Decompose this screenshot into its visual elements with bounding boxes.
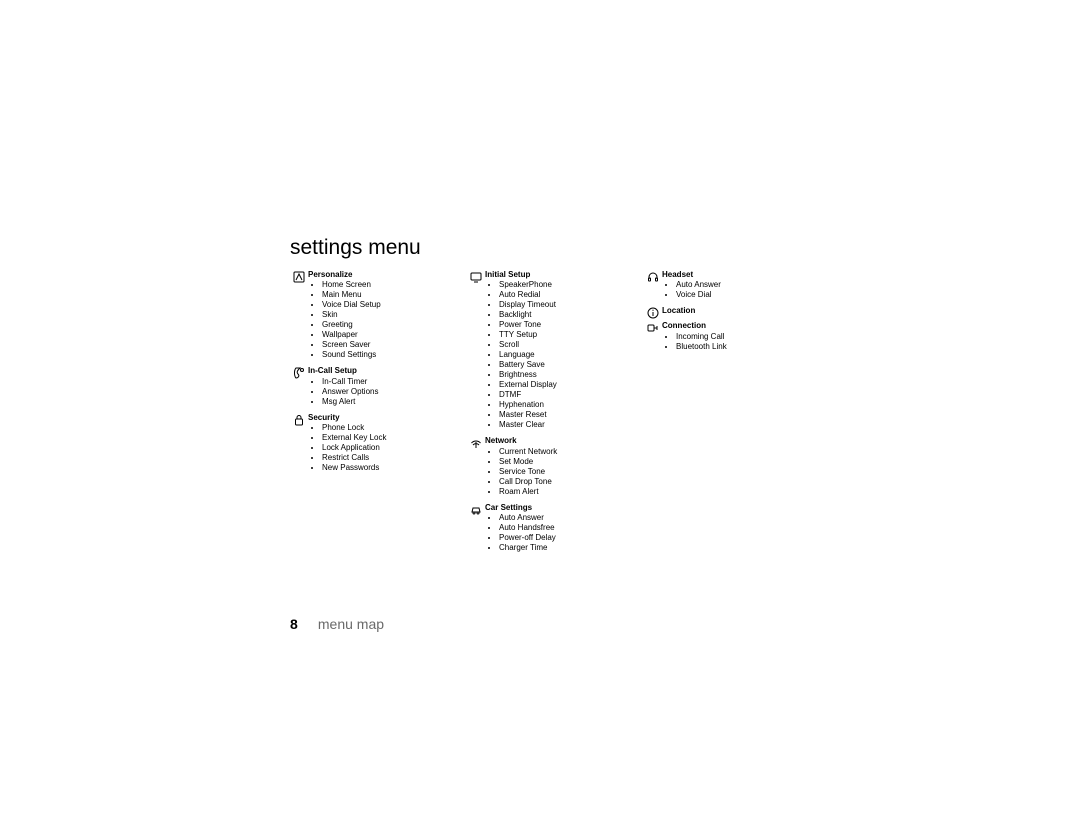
section-connection: ConnectionIncoming CallBluetooth Link <box>644 321 809 355</box>
network-icon <box>467 436 485 449</box>
item-list: In-Call TimerAnswer OptionsMsg Alert <box>308 377 455 407</box>
list-item: Answer Options <box>322 387 455 397</box>
item-list: SpeakerPhoneAuto RedialDisplay TimeoutBa… <box>485 280 632 430</box>
section-body: ConnectionIncoming CallBluetooth Link <box>662 321 809 355</box>
section-personalize: PersonalizeHome ScreenMain MenuVoice Dia… <box>290 270 455 364</box>
section-location: Location <box>644 306 809 319</box>
section-security: SecurityPhone LockExternal Key LockLock … <box>290 413 455 477</box>
column-1: PersonalizeHome ScreenMain MenuVoice Dia… <box>290 270 455 559</box>
section-title: Car Settings <box>485 503 632 513</box>
list-item: TTY Setup <box>499 330 632 340</box>
list-item: Lock Application <box>322 443 455 453</box>
list-item: Sound Settings <box>322 350 455 360</box>
section-initial-setup: Initial SetupSpeakerPhoneAuto RedialDisp… <box>467 270 632 434</box>
list-item: In-Call Timer <box>322 377 455 387</box>
section-body: PersonalizeHome ScreenMain MenuVoice Dia… <box>308 270 455 364</box>
list-item: Power-off Delay <box>499 533 632 543</box>
item-list: Auto AnswerVoice Dial <box>662 280 809 300</box>
section-title: Security <box>308 413 455 423</box>
list-item: Wallpaper <box>322 330 455 340</box>
list-item: Restrict Calls <box>322 453 455 463</box>
list-item: Voice Dial Setup <box>322 300 455 310</box>
list-item: Current Network <box>499 447 632 457</box>
item-list: Home ScreenMain MenuVoice Dial SetupSkin… <box>308 280 455 360</box>
list-item: Voice Dial <box>676 290 809 300</box>
footer-label: menu map <box>318 616 384 632</box>
list-item: Main Menu <box>322 290 455 300</box>
section-title: Initial Setup <box>485 270 632 280</box>
section-body: Car SettingsAuto AnswerAuto HandsfreePow… <box>485 503 632 557</box>
list-item: Roam Alert <box>499 487 632 497</box>
section-body: Location <box>662 306 809 316</box>
palette-icon <box>290 270 308 283</box>
list-item: External Key Lock <box>322 433 455 443</box>
list-item: Power Tone <box>499 320 632 330</box>
item-list: Auto AnswerAuto HandsfreePower-off Delay… <box>485 513 632 553</box>
section-car-settings: Car SettingsAuto AnswerAuto HandsfreePow… <box>467 503 632 557</box>
item-list: Phone LockExternal Key LockLock Applicat… <box>308 423 455 473</box>
headset-icon <box>644 270 662 283</box>
list-item: Home Screen <box>322 280 455 290</box>
column-2: Initial SetupSpeakerPhoneAuto RedialDisp… <box>467 270 632 559</box>
list-item: Screen Saver <box>322 340 455 350</box>
list-item: Auto Handsfree <box>499 523 632 533</box>
section-network: NetworkCurrent NetworkSet ModeService To… <box>467 436 632 500</box>
display-icon <box>467 270 485 283</box>
list-item: Scroll <box>499 340 632 350</box>
list-item: Backlight <box>499 310 632 320</box>
section-title: Headset <box>662 270 809 280</box>
list-item: Auto Answer <box>676 280 809 290</box>
list-item: Incoming Call <box>676 332 809 342</box>
section-body: Initial SetupSpeakerPhoneAuto RedialDisp… <box>485 270 632 434</box>
section-in-call-setup: In-Call SetupIn-Call TimerAnswer Options… <box>290 366 455 410</box>
list-item: Language <box>499 350 632 360</box>
lock-icon <box>290 413 308 426</box>
section-title: In-Call Setup <box>308 366 455 376</box>
section-title: Network <box>485 436 632 446</box>
list-item: Set Mode <box>499 457 632 467</box>
list-item: Display Timeout <box>499 300 632 310</box>
info-icon <box>644 306 662 319</box>
phone-gear-icon <box>290 366 308 379</box>
section-body: NetworkCurrent NetworkSet ModeService To… <box>485 436 632 500</box>
item-list: Incoming CallBluetooth Link <box>662 332 809 352</box>
list-item: Auto Answer <box>499 513 632 523</box>
list-item: Brightness <box>499 370 632 380</box>
section-body: SecurityPhone LockExternal Key LockLock … <box>308 413 455 477</box>
list-item: Auto Redial <box>499 290 632 300</box>
connection-icon <box>644 321 662 334</box>
section-title: Connection <box>662 321 809 331</box>
list-item: DTMF <box>499 390 632 400</box>
item-list: Current NetworkSet ModeService ToneCall … <box>485 447 632 497</box>
list-item: Call Drop Tone <box>499 477 632 487</box>
list-item: Charger Time <box>499 543 632 553</box>
section-body: In-Call SetupIn-Call TimerAnswer Options… <box>308 366 455 410</box>
list-item: Greeting <box>322 320 455 330</box>
list-item: Master Reset <box>499 410 632 420</box>
page-footer: 8 menu map <box>290 616 384 632</box>
section-title: Location <box>662 306 809 316</box>
list-item: New Passwords <box>322 463 455 473</box>
settings-menu-page: settings menu PersonalizeHome ScreenMain… <box>290 236 820 559</box>
car-icon <box>467 503 485 516</box>
page-number: 8 <box>290 616 314 632</box>
list-item: Battery Save <box>499 360 632 370</box>
list-item: Master Clear <box>499 420 632 430</box>
section-headset: HeadsetAuto AnswerVoice Dial <box>644 270 809 304</box>
page-heading: settings menu <box>290 236 820 260</box>
list-item: Phone Lock <box>322 423 455 433</box>
list-item: External Display <box>499 380 632 390</box>
list-item: Bluetooth Link <box>676 342 809 352</box>
section-body: HeadsetAuto AnswerVoice Dial <box>662 270 809 304</box>
list-item: Hyphenation <box>499 400 632 410</box>
section-title: Personalize <box>308 270 455 280</box>
list-item: Skin <box>322 310 455 320</box>
list-item: Service Tone <box>499 467 632 477</box>
list-item: Msg Alert <box>322 397 455 407</box>
columns-wrapper: PersonalizeHome ScreenMain MenuVoice Dia… <box>290 270 820 559</box>
column-3: HeadsetAuto AnswerVoice Dial Location Conn… <box>644 270 809 559</box>
list-item: SpeakerPhone <box>499 280 632 290</box>
